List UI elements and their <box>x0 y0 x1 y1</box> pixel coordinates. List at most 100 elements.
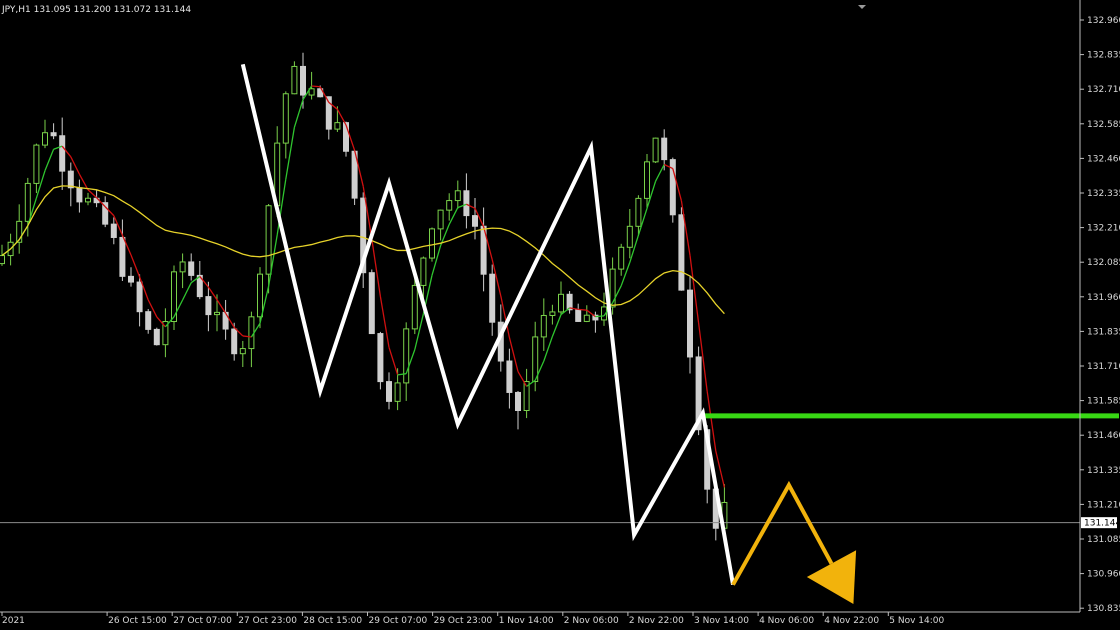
y-tick-label: 130.835 <box>1087 604 1120 614</box>
candle-body <box>558 293 564 313</box>
y-tick-label: 131.085 <box>1087 535 1120 545</box>
candle-body <box>386 381 392 402</box>
candle-body <box>0 255 5 265</box>
fast-ma-segment <box>130 254 141 278</box>
current-price-label: 131.144 <box>1081 517 1120 529</box>
y-tick-label: 132.960 <box>1087 16 1120 26</box>
forecast-arrowhead[interactable] <box>806 550 857 605</box>
candle-body <box>42 132 48 146</box>
candle-body <box>110 223 117 238</box>
candle-body <box>50 132 57 137</box>
symbol-info: JPY,H1 131.095 131.200 131.072 131.144 <box>1 5 191 15</box>
candle-body <box>463 190 470 217</box>
candle-body <box>153 328 160 346</box>
candle-body <box>420 257 427 286</box>
fast-ma-segment <box>551 314 562 337</box>
y-tick-label: 131.960 <box>1087 293 1120 303</box>
candle-body <box>33 144 40 184</box>
candle-body <box>394 382 401 402</box>
candle-body <box>626 225 633 248</box>
candle-body <box>300 65 306 96</box>
candle-body <box>24 182 31 222</box>
candle-body <box>368 272 375 335</box>
candle-body <box>472 215 478 227</box>
candle-body <box>618 246 625 270</box>
candle-body <box>652 137 659 163</box>
candle-body <box>291 65 298 95</box>
candle-body <box>128 275 134 283</box>
candle-body <box>136 281 143 313</box>
y-tick-label: 132.460 <box>1087 154 1120 164</box>
candle-body <box>437 209 444 230</box>
y-tick-label: 131.460 <box>1087 431 1120 441</box>
candle-body <box>59 135 66 172</box>
candle-body <box>575 309 582 322</box>
fast-ma-segment <box>388 347 399 376</box>
candle-body <box>678 214 685 291</box>
candle-body <box>446 200 453 211</box>
candle-body <box>549 311 556 316</box>
candle-body <box>76 187 83 203</box>
x-tick-label: 26 Oct 15:00 <box>108 616 167 626</box>
candle-body <box>248 316 255 350</box>
forecast-path[interactable] <box>731 480 834 586</box>
chart-shift-marker[interactable] <box>858 5 866 9</box>
forecast-arrow[interactable] <box>731 480 857 605</box>
x-tick-label: 2 Nov 22:00 <box>629 616 684 626</box>
candle-body <box>239 348 246 355</box>
x-tick-label: 4 Nov 22:00 <box>824 616 879 626</box>
x-tick-label: 2 Nov 06:00 <box>564 616 619 626</box>
price-axis: 132.960 132.835 132.710 132.585 132.460 132.3… <box>1079 0 1120 614</box>
fast-ma-segment <box>715 450 726 488</box>
fast-ma-segment <box>182 282 192 301</box>
x-tick-label: 5 Nov 14:00 <box>889 616 944 626</box>
y-tick-label: 132.210 <box>1087 224 1120 234</box>
time-axis: 2021 26 Oct 15:00 27 Oct 07:00 27 Oct 23:00… <box>0 611 1080 626</box>
candlesticks <box>0 52 728 541</box>
y-tick-label: 131.210 <box>1087 500 1120 510</box>
candle-body <box>644 161 650 199</box>
y-tick-label: 131.335 <box>1087 466 1120 476</box>
fast-ma-segment <box>543 336 554 362</box>
candle-body <box>609 268 616 308</box>
candle-body <box>257 273 263 318</box>
fast-ma-segment <box>293 99 304 128</box>
fast-ma-segment <box>311 85 321 88</box>
y-tick-label: 131.835 <box>1087 327 1120 337</box>
candle-body <box>454 190 461 202</box>
fast-ma-segment <box>87 189 98 199</box>
candle-body <box>687 289 693 358</box>
candle-body <box>67 170 74 189</box>
candle-body <box>515 391 521 412</box>
fast-ma-segment <box>216 299 227 314</box>
svg-text:131.144: 131.144 <box>1084 519 1120 529</box>
x-tick-label: 28 Oct 15:00 <box>303 616 362 626</box>
y-tick-label: 132.585 <box>1087 120 1120 130</box>
candle-body <box>188 261 195 276</box>
candle-body <box>411 284 418 330</box>
x-tick-label: 27 Oct 23:00 <box>238 616 297 626</box>
candle-body <box>85 197 91 203</box>
price-chart[interactable]: 132.960 132.835 132.710 132.585 132.460 132.3… <box>0 0 1120 630</box>
candle-body <box>119 236 126 277</box>
candle-body <box>635 197 642 227</box>
candle-body <box>403 328 410 384</box>
zigzag-line[interactable] <box>240 63 735 586</box>
candle-body <box>214 311 220 316</box>
x-tick-label: 29 Oct 07:00 <box>369 616 428 626</box>
y-tick-label: 131.710 <box>1087 362 1120 372</box>
y-tick-label: 131.585 <box>1087 397 1120 407</box>
y-tick-label: 132.085 <box>1087 258 1120 268</box>
candle-body <box>661 137 668 161</box>
zigzag-pattern[interactable] <box>240 63 735 586</box>
y-tick-label: 132.835 <box>1087 51 1120 61</box>
candle-body <box>532 336 539 383</box>
candle-body <box>377 333 384 383</box>
candle-body <box>231 328 238 355</box>
candle-body <box>205 296 212 316</box>
candle-body <box>489 273 496 323</box>
fast-ma-segment <box>578 308 587 311</box>
candle-body <box>506 360 513 393</box>
y-tick-label: 132.335 <box>1087 189 1120 199</box>
x-tick-label: 2021 <box>2 616 25 626</box>
